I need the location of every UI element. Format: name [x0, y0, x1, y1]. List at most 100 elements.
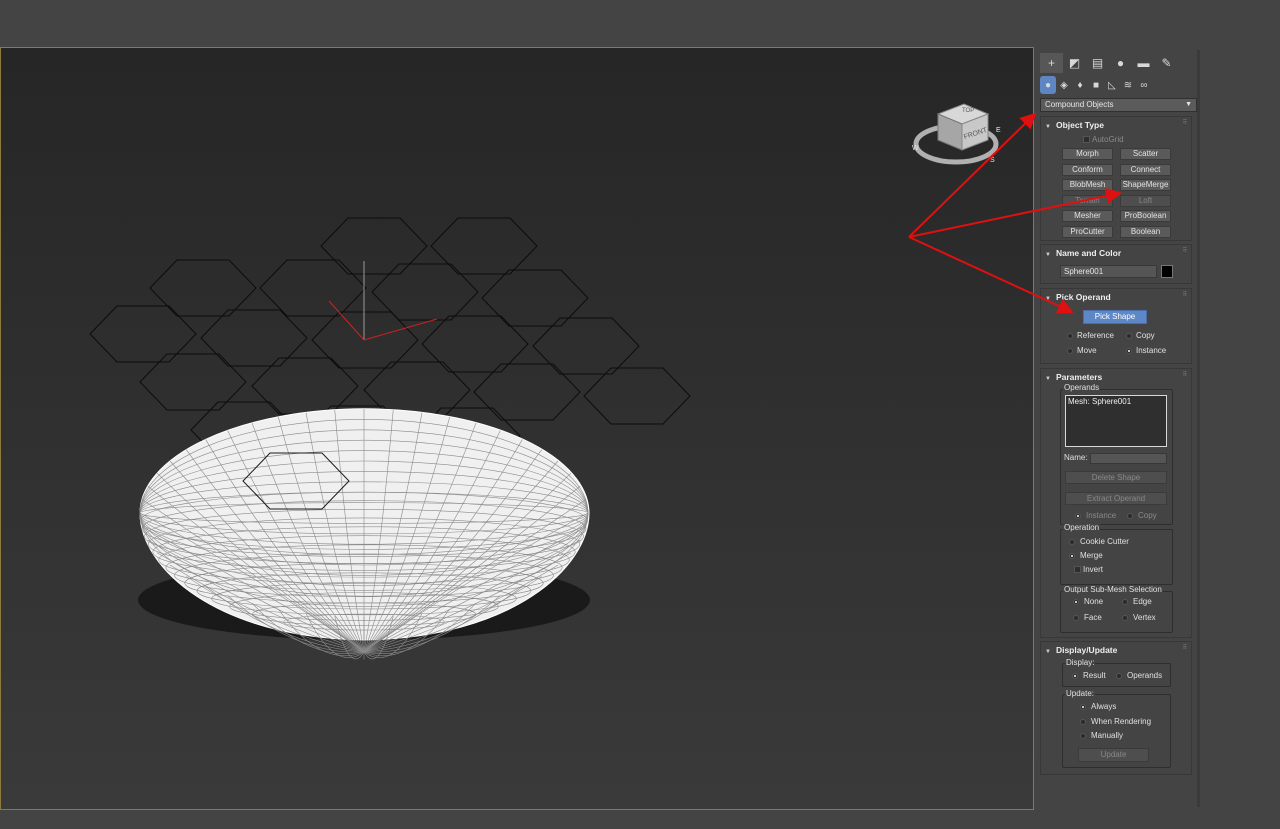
manually-label: Manually [1091, 731, 1124, 740]
main-toolbar-area [0, 0, 1280, 46]
modify-tab-icon[interactable]: ◩ [1063, 53, 1086, 73]
command-panel: + ◩ ▤ ● ▬ ✎ ● ◈ ♦ ■ ◺ ≋ ∞ Compound Objec… [1037, 50, 1200, 807]
utilities-tab-icon[interactable]: ✎ [1155, 53, 1178, 73]
helpers-icon[interactable]: ◺ [1104, 76, 1120, 94]
shapemerge-button[interactable]: ShapeMerge [1120, 179, 1171, 191]
operands-label: Operands [1063, 383, 1101, 392]
face-label: Face [1084, 613, 1102, 622]
merge-label: Merge [1080, 551, 1103, 560]
vertex-radio[interactable] [1122, 615, 1128, 621]
parameters-header[interactable]: ▼ Parameters [1045, 372, 1102, 382]
hexagon-shape [259, 259, 367, 317]
reference-radio[interactable] [1067, 333, 1073, 339]
blobmesh-button[interactable]: BlobMesh [1062, 179, 1113, 191]
operation-label: Operation [1063, 523, 1101, 532]
extract-instance-label: Instance [1086, 511, 1117, 520]
display-tab-icon[interactable]: ▬ [1132, 53, 1155, 73]
motion-tab-icon[interactable]: ● [1109, 53, 1132, 73]
status-bar [0, 810, 1280, 829]
pick-operand-rollout: ▼ Pick Operand ⠿ Pick Shape Reference Cop… [1040, 288, 1192, 364]
operand-name-field[interactable] [1090, 453, 1167, 464]
compass-w-label: W [912, 145, 919, 152]
object-color-swatch[interactable] [1161, 265, 1173, 278]
autogrid-checkbox[interactable] [1083, 136, 1090, 143]
terrain-button[interactable]: Terrain [1062, 195, 1113, 207]
object-type-header[interactable]: ▼ Object Type [1045, 120, 1104, 130]
extract-operand-button[interactable]: Extract Operand [1065, 492, 1167, 505]
instance-radio[interactable] [1126, 348, 1132, 354]
display-operands-radio[interactable] [1116, 673, 1122, 679]
rollout-pin-icon: ⠿ [1182, 372, 1187, 378]
create-category-tabs: ● ◈ ♦ ■ ◺ ≋ ∞ [1040, 76, 1152, 94]
face-radio[interactable] [1073, 615, 1079, 621]
viewcube-top-label[interactable]: TOP [962, 108, 974, 114]
morph-button[interactable]: Morph [1062, 148, 1113, 160]
move-label: Move [1077, 346, 1097, 355]
chevron-down-icon: ▼ [1185, 101, 1192, 108]
merge-radio[interactable] [1069, 553, 1075, 559]
none-radio[interactable] [1073, 599, 1079, 605]
when-rendering-label: When Rendering [1091, 717, 1152, 726]
create-tab-icon[interactable]: + [1040, 53, 1063, 73]
copy-radio[interactable] [1126, 333, 1132, 339]
edge-label: Edge [1133, 597, 1152, 606]
hexagon-shape [320, 217, 428, 275]
edge-radio[interactable] [1122, 599, 1128, 605]
shapes-icon[interactable]: ◈ [1056, 76, 1072, 94]
copy-label: Copy [1136, 331, 1155, 340]
name-and-color-header[interactable]: ▼ Name and Color [1045, 248, 1121, 258]
space-warps-icon[interactable]: ≋ [1120, 76, 1136, 94]
systems-icon[interactable]: ∞ [1136, 76, 1152, 94]
geometry-icon[interactable]: ● [1040, 76, 1056, 94]
operands-list[interactable]: Mesh: Sphere001 [1065, 395, 1167, 447]
object-name-field[interactable]: Sphere001 [1060, 265, 1157, 278]
update-button[interactable]: Update [1078, 748, 1149, 762]
proboolean-button[interactable]: ProBoolean [1120, 210, 1171, 222]
pick-operand-header[interactable]: ▼ Pick Operand [1045, 292, 1111, 302]
name-and-color-rollout: ▼ Name and Color ⠿ Sphere001 [1040, 244, 1192, 284]
cookie-cutter-radio[interactable] [1069, 539, 1075, 545]
operands-list-item[interactable]: Mesh: Sphere001 [1068, 397, 1164, 406]
invert-checkbox[interactable] [1074, 566, 1081, 573]
boolean-button[interactable]: Boolean [1120, 226, 1171, 238]
manually-radio[interactable] [1080, 733, 1086, 739]
mesher-button[interactable]: Mesher [1062, 210, 1113, 222]
perspective-viewport[interactable]: TOP FRONT W S E [0, 47, 1034, 810]
delete-shape-button[interactable]: Delete Shape [1065, 471, 1167, 484]
extract-copy-radio[interactable] [1127, 513, 1133, 519]
bowl-sphere-mesh [138, 408, 590, 660]
output-submesh-group [1060, 591, 1173, 633]
move-radio[interactable] [1067, 348, 1073, 354]
always-radio[interactable] [1080, 704, 1086, 710]
when-rendering-radio[interactable] [1080, 719, 1086, 725]
display-label: Display: [1065, 658, 1096, 667]
display-operands-label: Operands [1127, 671, 1163, 680]
hierarchy-tab-icon[interactable]: ▤ [1086, 53, 1109, 73]
result-radio[interactable] [1072, 673, 1078, 679]
pick-shape-button[interactable]: Pick Shape [1083, 310, 1147, 324]
cookie-cutter-label: Cookie Cutter [1080, 537, 1129, 546]
transform-gizmo [328, 261, 438, 341]
rollout-pin-icon: ⠿ [1182, 248, 1187, 254]
rollout-pin-icon: ⠿ [1182, 292, 1187, 298]
hexagon-shape [149, 259, 257, 317]
none-label: None [1084, 597, 1104, 606]
compass-e-label: E [996, 127, 1001, 134]
loft-button[interactable]: Loft [1120, 195, 1171, 207]
procutter-button[interactable]: ProCutter [1062, 226, 1113, 238]
hexagon-shape [430, 217, 538, 275]
lights-icon[interactable]: ♦ [1072, 76, 1088, 94]
cameras-icon[interactable]: ■ [1088, 76, 1104, 94]
hexagon-shape [583, 367, 691, 425]
scatter-button[interactable]: Scatter [1120, 148, 1171, 160]
connect-button[interactable]: Connect [1120, 164, 1171, 176]
compass-s-label: S [990, 157, 995, 164]
extract-instance-radio[interactable] [1075, 513, 1081, 519]
extract-copy-label: Copy [1138, 511, 1157, 520]
object-type-rollout: ▼ Object Type ⠿ AutoGrid Morph Scatter Co… [1040, 116, 1192, 241]
result-label: Result [1083, 671, 1106, 680]
category-dropdown[interactable]: Compound Objects ▼ [1040, 98, 1197, 112]
command-panel-tabs: + ◩ ▤ ● ▬ ✎ [1040, 53, 1178, 73]
display-update-header[interactable]: ▼ Display/Update [1045, 645, 1117, 655]
conform-button[interactable]: Conform [1062, 164, 1113, 176]
